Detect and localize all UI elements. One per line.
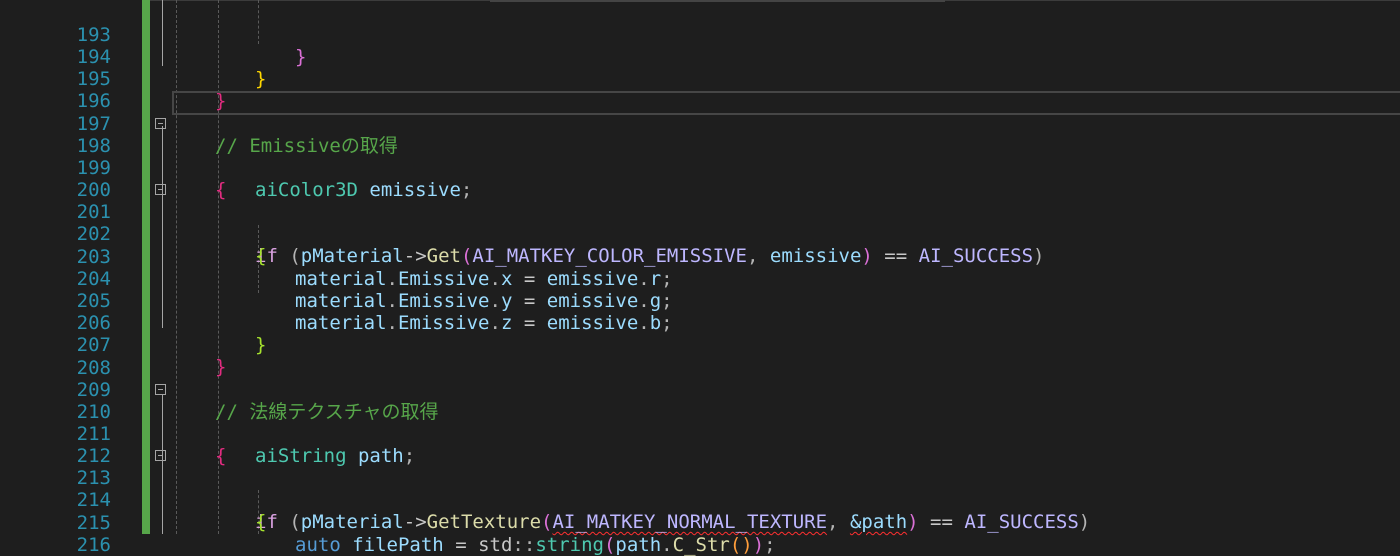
code-line[interactable]: 205 material.Emissive.z = emissive.b; <box>0 268 1400 334</box>
code-line[interactable]: 211 aiString path; <box>0 401 1400 467</box>
code-line[interactable]: 204 material.Emissive.y = emissive.g; <box>0 246 1400 312</box>
code-line[interactable]: 196 <box>0 68 1400 112</box>
variable: filePath <box>352 534 444 556</box>
code-line[interactable]: 200 <box>0 157 1400 201</box>
paren: ( <box>603 534 616 556</box>
code-line[interactable]: 202 { <box>0 201 1400 267</box>
collapse-icon[interactable] <box>155 384 166 395</box>
code-line[interactable]: 206 } <box>0 290 1400 356</box>
operator: = <box>455 534 467 556</box>
code-line[interactable]: 195 } <box>0 46 1400 112</box>
paren: ) <box>752 534 765 556</box>
code-line[interactable]: 207 } <box>0 312 1400 378</box>
code-line[interactable]: 197 // Emissiveの取得 <box>0 91 1400 157</box>
code-line[interactable]: 208 <box>0 335 1400 379</box>
code-line[interactable]: 215 auto filePath = std::string(path.C_S… <box>0 490 1400 556</box>
namespace: std <box>478 534 513 556</box>
paren: () <box>729 534 753 556</box>
code-line[interactable]: 210 { <box>0 379 1400 467</box>
dot: . <box>661 534 673 556</box>
code-line[interactable]: 201 if (pMaterial->Get(AI_MATKEY_COLOR_E… <box>0 179 1400 267</box>
code-line[interactable]: 198 { <box>0 113 1400 201</box>
type-name: string <box>535 534 604 556</box>
collapse-icon[interactable] <box>155 184 166 195</box>
code-line[interactable]: 216 <box>0 512 1400 556</box>
line-number: 216 <box>76 534 111 556</box>
code-line[interactable]: 199 aiColor3D emissive; <box>0 135 1400 201</box>
variable: path <box>615 534 662 556</box>
function-name: C_Str <box>672 534 730 556</box>
code-line[interactable]: 213 if (pMaterial->GetTexture(AI_MATKEY_… <box>0 445 1400 533</box>
code-line[interactable]: 193 } <box>0 2 1400 68</box>
code-line[interactable]: 214 { <box>0 467 1400 533</box>
collapse-icon[interactable] <box>155 450 166 461</box>
collapse-icon[interactable] <box>155 118 166 129</box>
code-line[interactable]: 194 } <box>0 24 1400 90</box>
semicolon: ; <box>764 534 776 556</box>
code-line[interactable]: 212 <box>0 423 1400 467</box>
scope-operator: :: <box>512 534 536 556</box>
code-line[interactable]: 209 // 法線テクスチャの取得 <box>0 357 1400 423</box>
keyword: auto <box>295 534 341 556</box>
code-line[interactable]: 203 material.Emissive.x = emissive.r; <box>0 224 1400 290</box>
